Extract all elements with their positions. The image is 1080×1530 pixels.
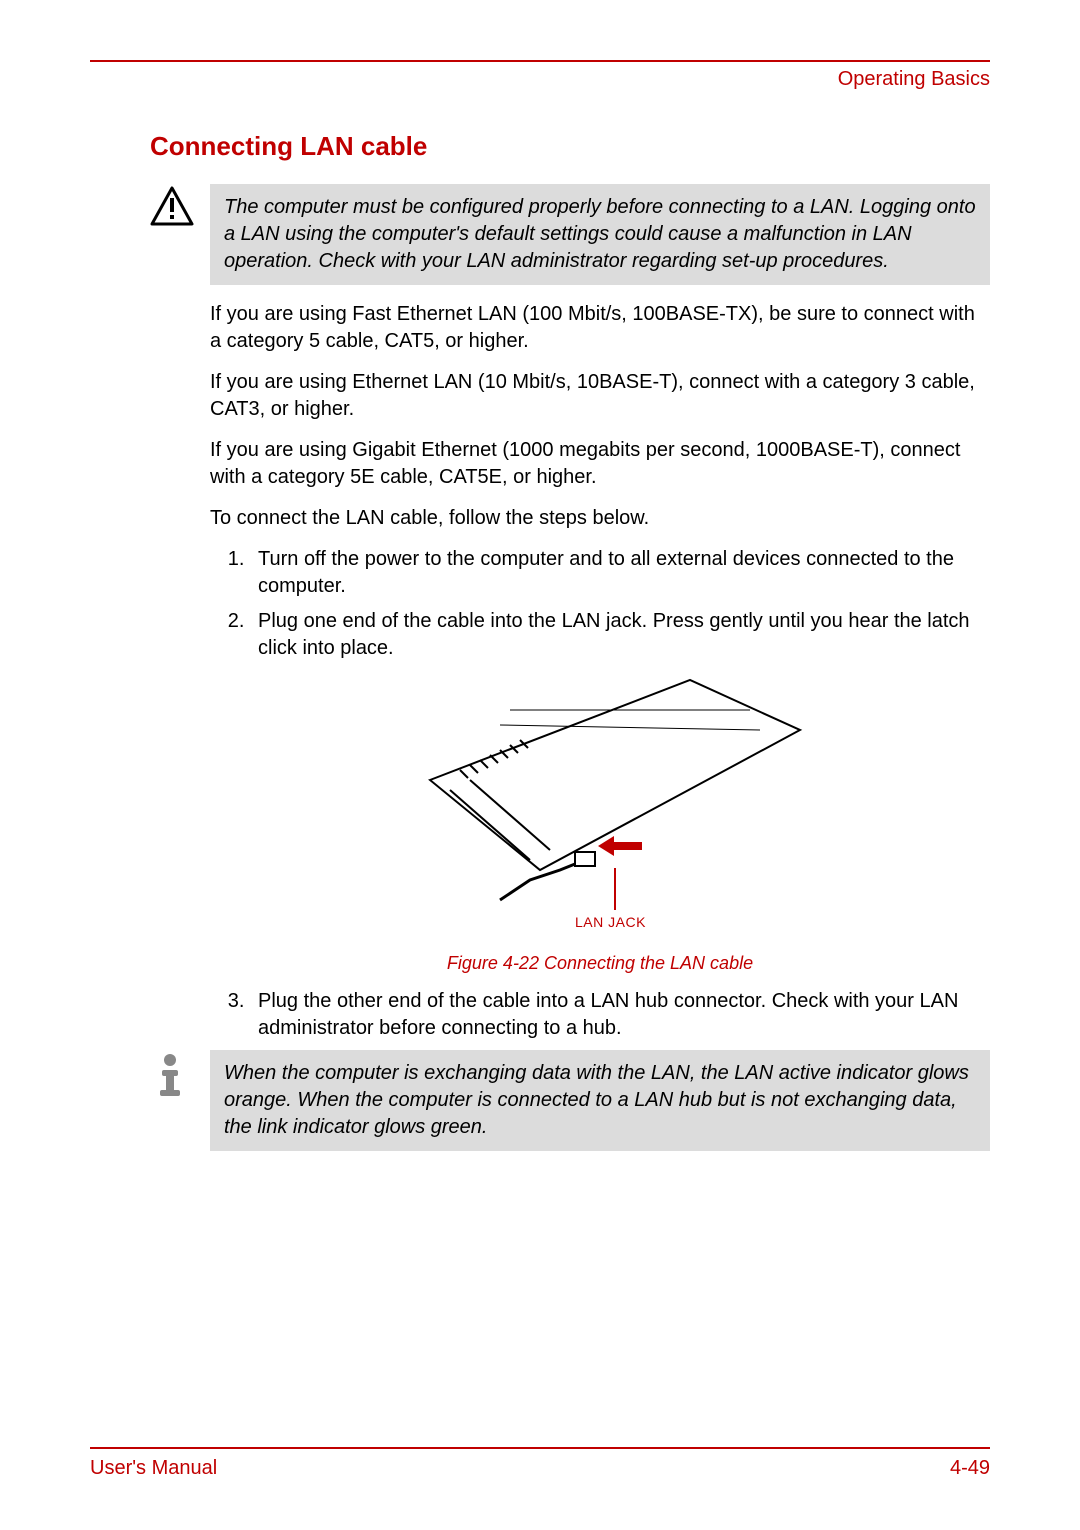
page: Operating Basics Connecting LAN cable Th… — [0, 0, 1080, 1530]
steps-list-continued: Plug the other end of the cable into a L… — [250, 988, 990, 1042]
paragraph-fast-ethernet: If you are using Fast Ethernet LAN (100 … — [210, 301, 990, 355]
figure: LAN JACK — [210, 670, 990, 935]
step-2: Plug one end of the cable into the LAN j… — [250, 608, 990, 662]
note-text: When the computer is exchanging data wit… — [210, 1050, 990, 1151]
paragraph-ethernet: If you are using Ethernet LAN (10 Mbit/s… — [210, 369, 990, 423]
figure-callout-label: LAN JACK — [575, 914, 646, 930]
header-rule — [90, 60, 990, 62]
footer-left: User's Manual — [90, 1457, 217, 1480]
step-3: Plug the other end of the cable into a L… — [250, 988, 990, 1042]
step-1: Turn off the power to the computer and t… — [250, 546, 990, 600]
footer-page-number: 4-49 — [950, 1457, 990, 1480]
footer-rule — [90, 1447, 990, 1449]
section-title: Connecting LAN cable — [150, 131, 990, 162]
footer: User's Manual 4-49 — [90, 1447, 990, 1480]
info-icon — [150, 1052, 190, 1096]
warning-icon — [150, 186, 194, 226]
figure-image: LAN JACK — [390, 670, 810, 930]
steps-list: Turn off the power to the computer and t… — [250, 546, 990, 662]
paragraph-intro-steps: To connect the LAN cable, follow the ste… — [210, 505, 990, 532]
warning-block: The computer must be configured properly… — [210, 184, 990, 285]
paragraph-gigabit: If you are using Gigabit Ethernet (1000 … — [210, 437, 990, 491]
header-section: Operating Basics — [90, 68, 990, 91]
note-block: When the computer is exchanging data wit… — [210, 1050, 990, 1151]
figure-caption: Figure 4-22 Connecting the LAN cable — [210, 953, 990, 974]
warning-text: The computer must be configured properly… — [210, 184, 990, 285]
content-column: The computer must be configured properly… — [210, 184, 990, 1151]
